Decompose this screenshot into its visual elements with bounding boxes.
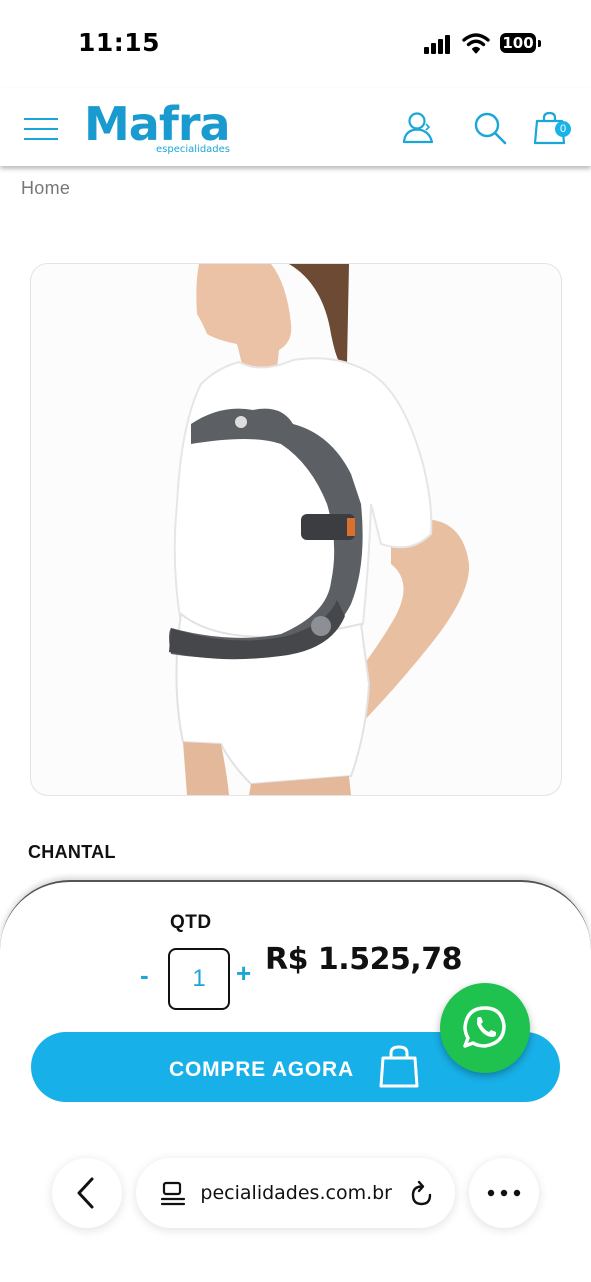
user-account-icon[interactable]: [401, 110, 437, 146]
search-icon[interactable]: [472, 110, 508, 146]
hamburger-menu-icon[interactable]: [24, 118, 58, 140]
more-dots-icon: [487, 1189, 521, 1197]
cart-count-badge: 0: [555, 121, 571, 137]
quantity-decrease-button[interactable]: -: [140, 960, 149, 991]
signal-icon: [424, 34, 454, 54]
battery-icon: 100: [500, 33, 536, 53]
quantity-label: QTD: [170, 912, 212, 933]
quantity-increase-button[interactable]: +: [236, 958, 251, 989]
breadcrumb-home[interactable]: Home: [21, 178, 70, 199]
quantity-input[interactable]: 1: [168, 948, 230, 1010]
status-bar: 11:15 100: [0, 0, 591, 88]
wifi-icon: [462, 33, 490, 54]
browser-more-button[interactable]: [469, 1158, 539, 1228]
whatsapp-icon: [463, 1006, 506, 1048]
browser-address-bar[interactable]: especialidades.com.br: [136, 1158, 455, 1228]
url-text: especialidades.com.br: [202, 1182, 392, 1204]
product-image[interactable]: [30, 263, 562, 796]
battery-tip: [538, 40, 541, 47]
logo-text: Mafra: [84, 97, 231, 151]
logo-subtext: especialidades: [156, 144, 231, 155]
chevron-left-icon: [77, 1177, 94, 1209]
product-name: CHANTAL: [28, 842, 116, 862]
whatsapp-chat-button[interactable]: [440, 983, 530, 1073]
logo[interactable]: Mafra especialidades: [84, 100, 244, 158]
site-header: Mafra especialidades: [0, 88, 591, 166]
buy-now-label: COMPRE AGORA: [169, 1058, 354, 1081]
browser-back-button[interactable]: [52, 1158, 122, 1228]
reload-icon[interactable]: [408, 1180, 436, 1208]
page-menu-icon[interactable]: [160, 1180, 186, 1206]
shopping-bag-icon: [379, 1045, 419, 1088]
product-price: R$ 1.525,78: [265, 942, 462, 977]
product-photo-illustration: [169, 264, 470, 795]
status-time: 11:15: [78, 28, 161, 57]
